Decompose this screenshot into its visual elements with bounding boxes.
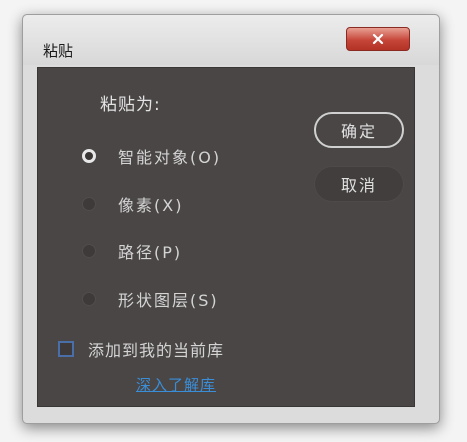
learn-more-link[interactable]: 深入了解库 <box>136 374 216 395</box>
dialog-content-panel: 粘贴为: 智能对象(O) 像素(X) 路径(P) 形状图层(S) 确定 取消 添… <box>37 67 415 407</box>
add-to-library-checkbox[interactable] <box>58 341 74 357</box>
radio-button-checked[interactable] <box>82 149 96 163</box>
close-button[interactable] <box>346 27 410 51</box>
paste-dialog-window: 粘贴 粘贴为: 智能对象(O) 像素(X) 路径(P) 形状图层(S) 确定 取… <box>22 14 440 424</box>
radio-label-path: 路径(P) <box>118 243 183 262</box>
radio-label-smart-object: 智能对象(O) <box>118 148 222 167</box>
window-title: 粘贴 <box>43 42 74 60</box>
radio-button-unchecked[interactable] <box>82 197 96 211</box>
radio-path[interactable]: 路径(P) <box>82 238 182 264</box>
close-icon <box>372 33 384 45</box>
cancel-button[interactable]: 取消 <box>314 166 404 202</box>
radio-button-unchecked[interactable] <box>82 244 96 258</box>
add-to-library-option[interactable]: 添加到我的当前库 <box>58 336 224 362</box>
add-to-library-label: 添加到我的当前库 <box>88 341 225 360</box>
radio-smart-object[interactable]: 智能对象(O) <box>82 143 221 169</box>
radio-label-pixels: 像素(X) <box>118 196 184 215</box>
radio-pixels[interactable]: 像素(X) <box>82 191 183 217</box>
radio-shape-layer[interactable]: 形状图层(S) <box>82 286 219 312</box>
radio-label-shape-layer: 形状图层(S) <box>118 291 219 310</box>
title-bar[interactable]: 粘贴 <box>23 15 439 65</box>
radio-button-unchecked[interactable] <box>82 292 96 306</box>
ok-button[interactable]: 确定 <box>314 112 404 148</box>
paste-as-label: 粘贴为: <box>100 95 161 115</box>
